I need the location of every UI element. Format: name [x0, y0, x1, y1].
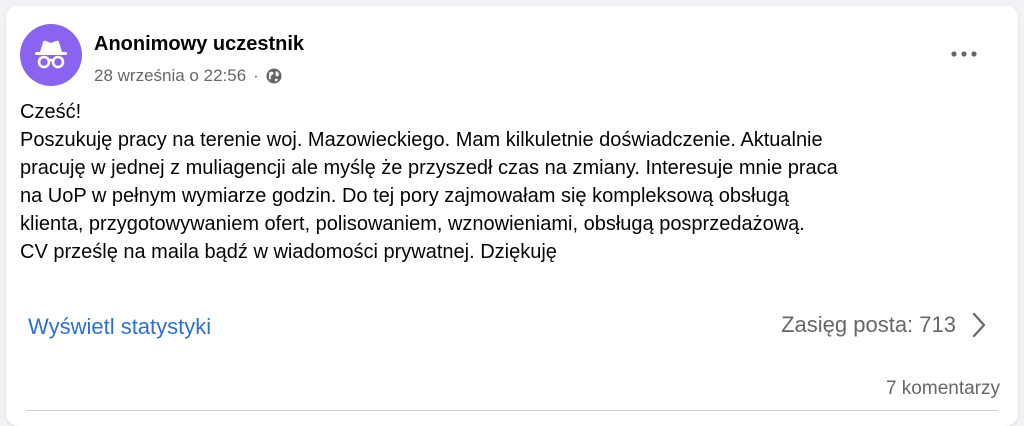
post-header: Anonimowy uczestnik 28 września o 22:56 … — [20, 24, 1004, 88]
more-options-icon — [951, 51, 977, 57]
post-text: Cześć! Poszukuję pracy na terenie woj. M… — [20, 98, 1000, 266]
post-line: Poszukuję pracy na terenie woj. Mazowiec… — [20, 129, 823, 151]
post-line: pracuję w jednej z muliagencji ale myślę… — [20, 157, 838, 179]
globe-icon[interactable] — [266, 68, 282, 84]
chevron-right-icon — [972, 312, 986, 338]
more-options-button[interactable] — [946, 36, 982, 72]
post-reach-button[interactable]: Zasięg posta: 713 — [781, 312, 986, 338]
post-line: Cześć! — [20, 101, 82, 123]
comments-count-link[interactable]: 7 komentarzy — [886, 378, 1000, 400]
post-line: na UoP w pełnym wymiarze godzin. Do tej … — [20, 185, 789, 207]
meta-separator: · — [253, 66, 259, 85]
divider — [26, 410, 998, 411]
view-insights-link[interactable]: Wyświetl statystyki — [28, 314, 211, 340]
post-line: CV prześlę na maila bądź w wiadomości pr… — [20, 241, 557, 263]
author-name[interactable]: Anonimowy uczestnik — [94, 33, 304, 56]
incognito-icon — [31, 39, 71, 71]
post-timestamp[interactable]: 28 września o 22:56 — [94, 66, 246, 86]
post-meta: 28 września o 22:56 · — [94, 66, 282, 86]
post-card: Anonimowy uczestnik 28 września o 22:56 … — [6, 6, 1018, 426]
post-reach-label: Zasięg posta: 713 — [781, 312, 956, 337]
post-line: klienta, przygotowywaniem ofert, polisow… — [20, 213, 805, 235]
avatar[interactable] — [20, 24, 82, 86]
